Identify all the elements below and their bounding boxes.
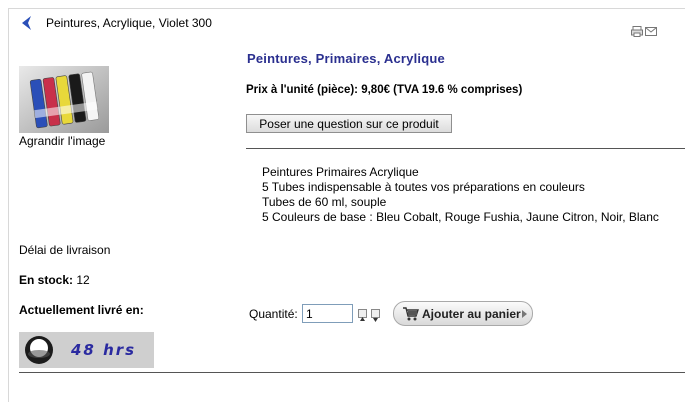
quantity-decrease-button[interactable] <box>371 309 380 322</box>
frame-top-border <box>8 8 685 9</box>
quantity-increase-button[interactable] <box>358 309 367 321</box>
enlarge-image-link[interactable]: Agrandir l'image <box>19 134 105 148</box>
description-line: Peintures Primaires Acrylique <box>262 165 419 179</box>
delivery-time-badge: 48 hrs <box>19 332 154 368</box>
stock-info: En stock: 12 <box>19 273 90 287</box>
description-line: 5 Couleurs de base : Bleu Cobalt, Rouge … <box>262 210 659 224</box>
quantity-label: Quantité: <box>249 307 298 321</box>
delivery-emblem-icon <box>25 336 53 364</box>
add-to-cart-label: Ajouter au panier <box>422 306 521 321</box>
arrow-up-icon <box>360 317 365 321</box>
product-description: Peintures Primaires Acrylique 5 Tubes in… <box>262 165 659 225</box>
add-to-cart-button[interactable]: Ajouter au panier <box>393 301 533 326</box>
chevron-right-icon <box>522 310 527 318</box>
cart-icon <box>403 307 419 321</box>
product-tools <box>631 24 657 37</box>
print-icon[interactable] <box>631 24 643 37</box>
product-title: Peintures, Primaires, Acrylique <box>247 51 445 66</box>
price-line: Prix à l'unité (pièce): 9,80€ (TVA 19.6 … <box>246 84 523 96</box>
stock-label: En stock: <box>19 273 74 287</box>
divider <box>246 148 685 149</box>
back-arrow-icon[interactable] <box>19 14 33 32</box>
description-line: Tubes de 60 ml, souple <box>262 195 387 209</box>
arrow-down-icon <box>373 318 378 322</box>
frame-left-border <box>8 8 9 402</box>
delivery-delay-label: Délai de livraison <box>19 243 111 257</box>
ask-question-button[interactable]: Poser une question sur ce produit <box>246 114 452 133</box>
product-thumbnail[interactable] <box>19 66 109 133</box>
delivered-in-label: Actuellement livré en: <box>19 303 144 317</box>
delivery-badge-text: 48 hrs <box>71 341 137 359</box>
stock-value: 12 <box>76 273 90 287</box>
email-icon[interactable] <box>645 24 657 36</box>
previous-product-link[interactable]: Peintures, Acrylique, Violet 300 <box>46 16 212 30</box>
quantity-input[interactable] <box>302 304 353 323</box>
description-line: 5 Tubes indispensable à toutes vos prépa… <box>262 180 585 194</box>
divider <box>19 372 685 373</box>
